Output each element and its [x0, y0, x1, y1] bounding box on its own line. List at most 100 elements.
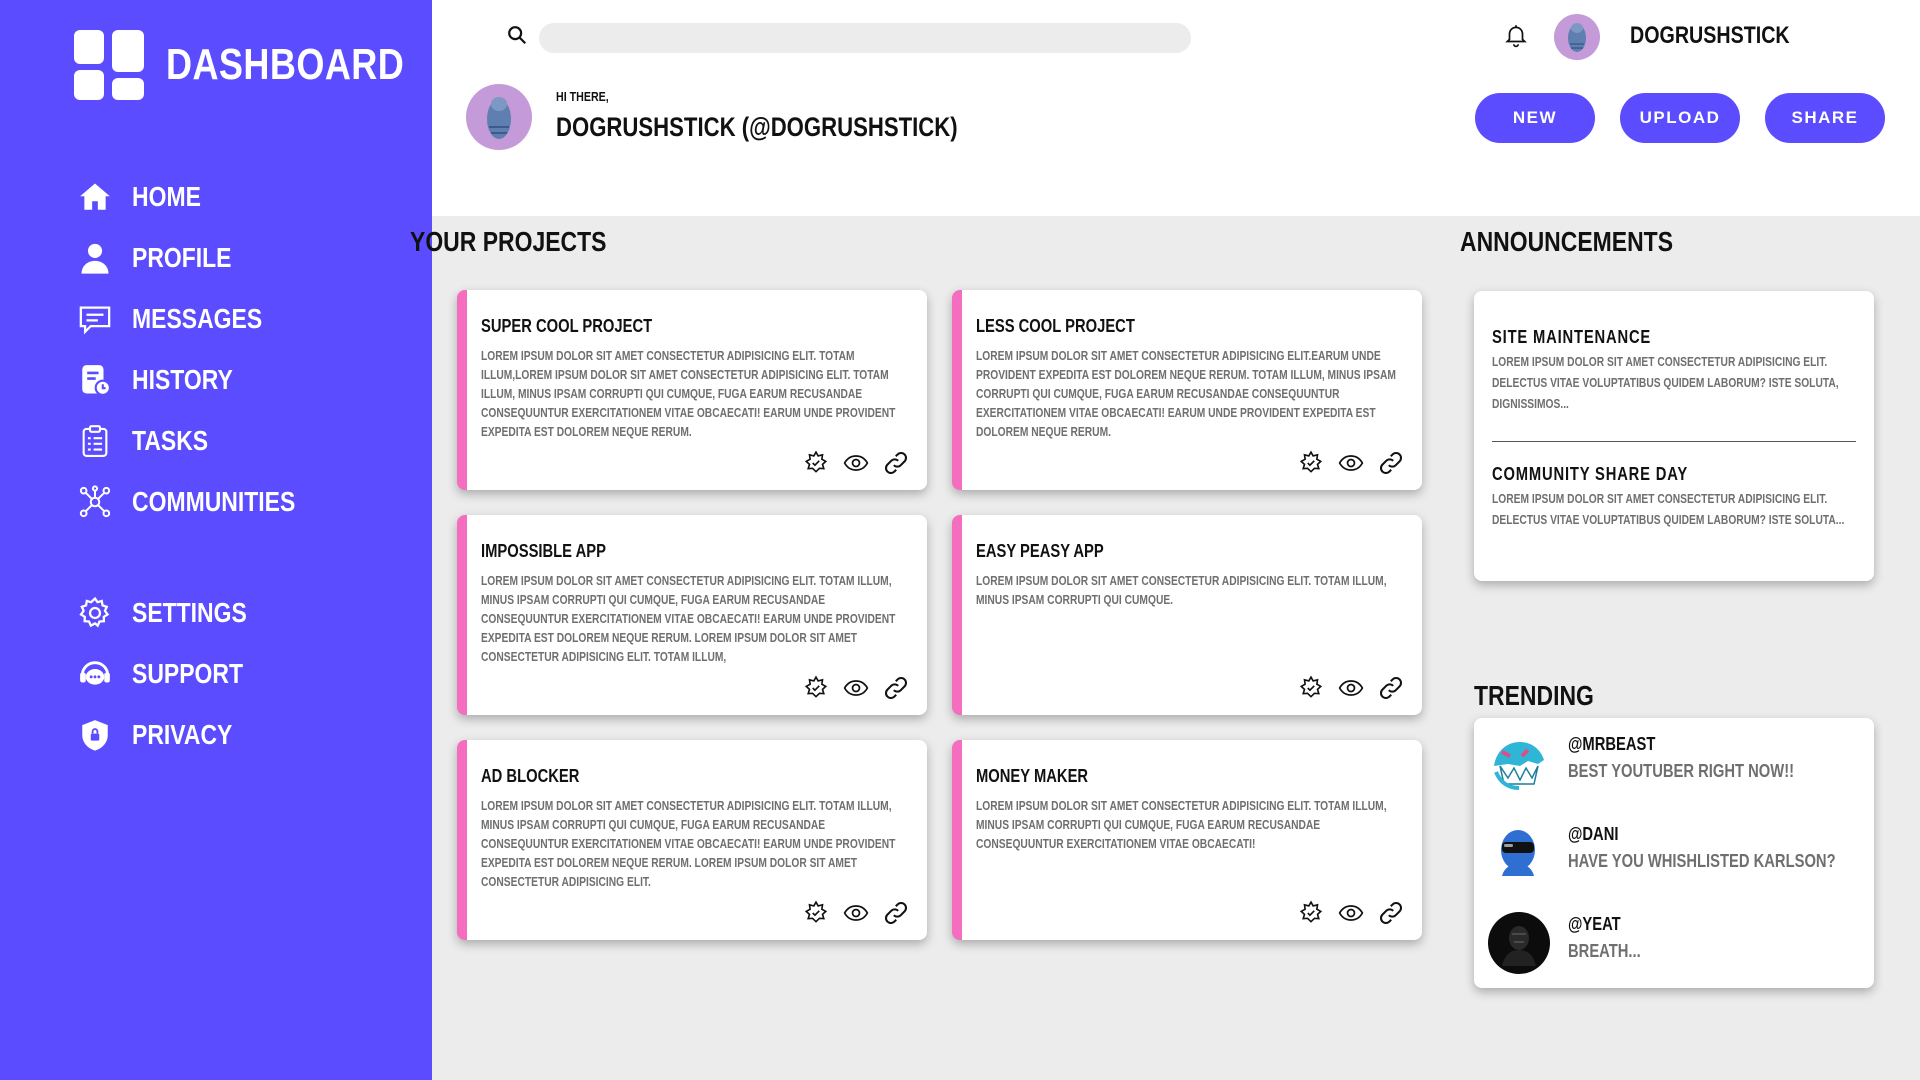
gear-icon	[79, 596, 110, 627]
trending-message: Best youtuber right now!!	[1568, 761, 1795, 781]
project-actions	[1298, 450, 1404, 476]
project-card[interactable]: Super Cool Project Lorem ipsum dolor sit…	[457, 290, 927, 490]
project-title: Super Cool Project	[481, 316, 653, 336]
trending-message: Have you whishlisted Karlson?	[1568, 851, 1836, 871]
project-description: Lorem ipsum dolor sit amet consectetur a…	[976, 349, 1396, 439]
trending-text: @yeat Breath...	[1568, 912, 1657, 962]
trending-text: @mrbeast Best youtuber right now!!	[1568, 732, 1844, 782]
greeting-name: DOGRUSHSTICK (@DOGRUSHSTICK)	[556, 112, 958, 142]
trending-item[interactable]: @yeat Breath...	[1488, 912, 1858, 1002]
home-icon	[80, 183, 110, 210]
profile-avatar	[466, 84, 532, 150]
greeting-text: HI THERE,	[556, 89, 609, 104]
trending-title: Trending	[1474, 680, 1594, 711]
projects-title: Your Projects	[410, 226, 607, 257]
dashboard-grid-icon	[74, 30, 144, 100]
link-icon[interactable]	[1378, 450, 1404, 476]
project-actions	[803, 450, 909, 476]
upload-button[interactable]: Upload	[1620, 93, 1740, 143]
project-card[interactable]: Impossible App Lorem ipsum dolor sit ame…	[457, 515, 927, 715]
star-badge-icon[interactable]	[1298, 900, 1324, 926]
link-icon[interactable]	[1378, 900, 1404, 926]
sidebar-item-label: Messages	[132, 302, 263, 334]
user-icon	[81, 243, 109, 274]
sidebar-item-settings[interactable]: Settings	[78, 582, 408, 643]
project-card[interactable]: Easy Peasy App Lorem ipsum dolor sit ame…	[952, 515, 1422, 715]
search-icon[interactable]	[506, 24, 528, 46]
trending-card: @mrbeast Best youtuber right now!! @dani…	[1474, 718, 1874, 988]
trending-avatar	[1488, 732, 1550, 794]
sidebar-item-support[interactable]: Support	[78, 643, 408, 704]
sidebar-item-communities[interactable]: Communities	[78, 471, 408, 532]
message-icon	[79, 306, 111, 334]
announcements-title: Announcements	[1460, 226, 1674, 257]
project-actions	[803, 675, 909, 701]
project-card[interactable]: Less Cool Project Lorem ipsum dolor sit …	[952, 290, 1422, 490]
trending-handle: @mrbeast	[1568, 734, 1656, 754]
project-title: Ad Blocker	[481, 766, 580, 786]
sidebar-item-label: History	[132, 363, 233, 395]
trending-handle: @dani	[1568, 824, 1619, 844]
bell-icon[interactable]	[1503, 22, 1529, 48]
link-icon[interactable]	[883, 450, 909, 476]
announcement-item[interactable]: Site Maintenance Lorem ipsum dolor sit a…	[1492, 327, 1856, 415]
nav-main: Home Profile Messages History Tasks Comm…	[78, 166, 408, 532]
trending-handle: @yeat	[1568, 914, 1621, 934]
project-actions	[1298, 675, 1404, 701]
sidebar-item-history[interactable]: History	[78, 349, 408, 410]
star-badge-icon[interactable]	[1298, 675, 1324, 701]
sidebar-item-label: Communities	[132, 485, 296, 517]
sidebar-nav: Home Profile Messages History Tasks Comm…	[78, 166, 408, 765]
announcement-item[interactable]: Community Share Day Lorem ipsum dolor si…	[1492, 464, 1856, 531]
eye-icon[interactable]	[843, 900, 869, 926]
sidebar-item-label: Profile	[132, 241, 232, 273]
brand[interactable]: DASHBOARD	[74, 30, 457, 100]
sidebar-item-privacy[interactable]: Privacy	[78, 704, 408, 765]
history-icon	[82, 364, 111, 396]
header: DOGRUSHSTICK HI THERE, DOGRUSHSTICK (@DO…	[432, 0, 1920, 216]
project-description: Lorem ipsum dolor sit amet consectetur a…	[481, 349, 896, 439]
eye-icon[interactable]	[1338, 675, 1364, 701]
star-badge-icon[interactable]	[803, 900, 829, 926]
new-button[interactable]: New	[1475, 93, 1595, 143]
project-title: Easy Peasy App	[976, 541, 1104, 561]
search-input[interactable]	[539, 23, 1191, 53]
sidebar-item-tasks[interactable]: Tasks	[78, 410, 408, 471]
sidebar: DASHBOARD Home Profile Messages History	[0, 0, 432, 1080]
sidebar-item-profile[interactable]: Profile	[78, 227, 408, 288]
sidebar-item-home[interactable]: Home	[78, 166, 408, 227]
header-username[interactable]: DOGRUSHSTICK	[1630, 22, 1790, 50]
clipboard-icon	[82, 424, 108, 457]
announcements-card: Site Maintenance Lorem ipsum dolor sit a…	[1474, 291, 1874, 581]
star-badge-icon[interactable]	[803, 450, 829, 476]
share-button[interactable]: Share	[1765, 93, 1885, 143]
project-title: Less Cool Project	[976, 316, 1135, 336]
eye-icon[interactable]	[843, 675, 869, 701]
project-card[interactable]: Money Maker Lorem ipsum dolor sit amet c…	[952, 740, 1422, 940]
link-icon[interactable]	[883, 900, 909, 926]
project-description: Lorem ipsum dolor sit amet consectetur a…	[976, 799, 1387, 851]
announcement-description: Lorem ipsum dolor sit amet consectetur a…	[1492, 355, 1839, 411]
link-icon[interactable]	[883, 675, 909, 701]
star-badge-icon[interactable]	[803, 675, 829, 701]
project-description: Lorem ipsum dolor sit amet consectetur a…	[481, 574, 896, 664]
sidebar-item-messages[interactable]: Messages	[78, 288, 408, 349]
announcement-title: Community Share Day	[1492, 464, 1689, 484]
trending-message: Breath...	[1568, 941, 1641, 961]
header-actions: New Upload Share	[1475, 93, 1885, 143]
brand-title: DASHBOARD	[166, 40, 405, 89]
project-card[interactable]: Ad Blocker Lorem ipsum dolor sit amet co…	[457, 740, 927, 940]
announcement-divider	[1492, 441, 1856, 442]
project-description: Lorem ipsum dolor sit amet consectetur a…	[976, 574, 1387, 607]
eye-icon[interactable]	[1338, 900, 1364, 926]
trending-item[interactable]: @mrbeast Best youtuber right now!!	[1488, 732, 1858, 822]
eye-icon[interactable]	[843, 450, 869, 476]
trending-avatar	[1488, 912, 1550, 974]
link-icon[interactable]	[1378, 675, 1404, 701]
trending-item[interactable]: @dani Have you whishlisted Karlson?	[1488, 822, 1858, 912]
projects-grid: Super Cool Project Lorem ipsum dolor sit…	[457, 290, 1422, 940]
eye-icon[interactable]	[1338, 450, 1364, 476]
trending-avatar	[1488, 822, 1550, 884]
avatar[interactable]	[1554, 14, 1600, 60]
star-badge-icon[interactable]	[1298, 450, 1324, 476]
